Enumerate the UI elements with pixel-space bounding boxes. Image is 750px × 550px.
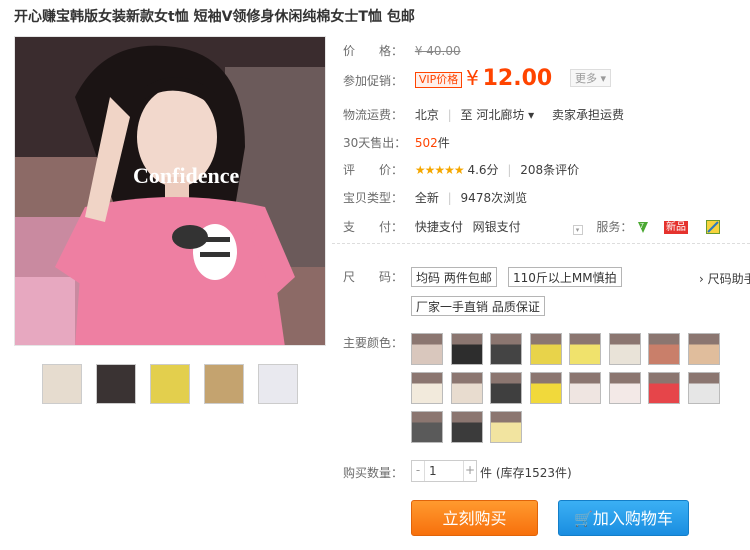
seven-day-return-icon: 7 (636, 220, 650, 234)
color-swatch-11[interactable] (490, 372, 522, 404)
color-swatch-18[interactable] (450, 411, 483, 443)
product-title: 开心赚宝韩版女装新款女t恤 短袖V领修身休闲纯棉女士T恤 包邮 (14, 9, 415, 25)
cart-icon: 🛒 (574, 510, 593, 528)
item-type-label: 宝贝类型： (343, 191, 404, 205)
sales-row: 30天售出： 502件 (343, 134, 450, 151)
thumbnail-3[interactable] (150, 364, 190, 404)
sales-count: 502 (414, 136, 438, 150)
size-option-3[interactable]: 厂家一手直销 品质保证 (411, 296, 545, 316)
quantity-stepper: - 1 + (411, 460, 477, 482)
quantity-decrement-button[interactable]: - (412, 461, 425, 481)
promo-row: 参加促销： VIP价格 ¥ 12.00 更多 ▾ (343, 66, 612, 91)
color-swatch-13[interactable] (569, 372, 601, 404)
payment-row: 支 付： 快捷支付 网银支付 ▾ 服务： 7 新品 (343, 218, 730, 235)
rating-row: 评 价： ★★★★★ 4.6分 | 208条评价 (343, 163, 580, 177)
quantity-input[interactable]: 1 (426, 461, 467, 481)
promo-label: 参加促销： (343, 74, 404, 88)
yen-symbol: ¥ (466, 66, 479, 90)
quantity-label: 购买数量： (343, 466, 404, 480)
size-label: 尺 码： (343, 270, 404, 284)
section-divider (332, 243, 750, 244)
shipping-row: 物流运费： 北京 | 至 河北廊坊 ▾ 卖家承担运费 (343, 108, 625, 122)
shipping-note: 卖家承担运费 (552, 108, 625, 122)
payment-option-quick[interactable]: 快捷支付 (415, 220, 463, 234)
add-to-cart-label: 加入购物车 (592, 509, 673, 528)
item-type-value: 全新 (414, 191, 439, 205)
payment-label: 支 付： (343, 220, 404, 234)
price-label: 价 格： (343, 44, 404, 58)
color-swatch-12[interactable] (529, 372, 562, 404)
thumbnail-1[interactable] (42, 364, 82, 404)
color-swatch-8[interactable] (687, 333, 720, 365)
ship-to-dropdown[interactable]: 至 河北廊坊 ▾ (461, 108, 535, 122)
add-to-cart-button[interactable]: 🛒加入购物车 (558, 500, 689, 536)
color-swatch-9[interactable] (411, 372, 443, 404)
shipping-label: 物流运费： (343, 108, 404, 122)
color-swatch-14[interactable] (608, 372, 641, 404)
sales-unit: 件 (437, 136, 450, 150)
thumbnail-5[interactable] (258, 364, 298, 404)
rating-stars-icon: ★★★★★ (414, 163, 465, 177)
color-swatch-16[interactable] (687, 372, 720, 404)
color-swatch-17[interactable] (411, 411, 443, 443)
color-swatch-19[interactable] (490, 411, 522, 443)
color-swatch-3[interactable] (490, 333, 522, 365)
color-swatch-2[interactable] (450, 333, 483, 365)
product-main-image[interactable]: Confidence (14, 36, 326, 346)
size-label-row: 尺 码： (343, 268, 411, 285)
guarantee-icon (705, 220, 720, 234)
color-label-row: 主要颜色： (343, 334, 411, 351)
size-option-1[interactable]: 均码 两件包邮 (411, 267, 497, 287)
ship-from: 北京 (414, 108, 439, 122)
service-label: 服务： (596, 220, 633, 234)
original-price: ¥ 40.00 (414, 44, 461, 58)
shirt-print-text: Confidence (133, 163, 240, 188)
buy-now-button[interactable]: 立刻购买 (411, 500, 538, 536)
color-swatch-15[interactable] (648, 372, 680, 404)
price-row: 价 格： ¥ 40.00 (343, 42, 461, 59)
rating-score: 4.6分 (467, 163, 499, 177)
size-helper-link[interactable]: › 尺码助手 (699, 270, 750, 287)
quantity-row: 购买数量： (343, 464, 411, 481)
promo-price: 12.00 (482, 66, 553, 91)
color-label: 主要颜色： (343, 336, 404, 350)
payment-option-bank[interactable]: 网银支付 (473, 220, 521, 234)
thumbnail-2[interactable] (96, 364, 136, 404)
color-swatch-7[interactable] (648, 333, 680, 365)
view-count: 9478次浏览 (460, 191, 528, 205)
color-swatch-5[interactable] (569, 333, 601, 365)
color-swatch-1[interactable] (411, 333, 443, 365)
color-swatch-6[interactable] (608, 333, 641, 365)
size-option-2[interactable]: 110斤以上MM慎拍 (508, 267, 622, 287)
sales-label: 30天售出： (343, 136, 407, 150)
color-swatch-10[interactable] (450, 372, 483, 404)
payment-dropdown-icon[interactable]: ▾ (572, 225, 583, 235)
vip-badge: VIP价格 (414, 72, 463, 88)
quantity-increment-button[interactable]: + (463, 461, 476, 481)
stock-info: 件 (库存1523件) (480, 466, 572, 480)
more-promos-dropdown[interactable]: 更多 ▾ (570, 69, 612, 87)
thumbnail-4[interactable] (204, 364, 244, 404)
rating-label: 评 价： (343, 163, 404, 177)
item-type-row: 宝贝类型： 全新 | 9478次浏览 (343, 191, 528, 205)
review-count-link[interactable]: 208条评价 (520, 163, 579, 177)
color-swatch-4[interactable] (529, 333, 562, 365)
svg-text:7: 7 (640, 223, 644, 230)
new-product-badge: 新品 (664, 221, 689, 234)
